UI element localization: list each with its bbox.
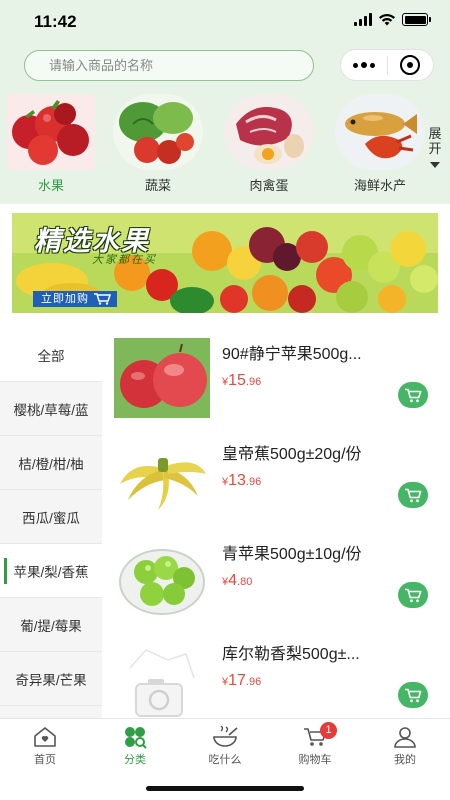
price-integer: 4 [228,572,238,589]
price-decimal: .96 [245,676,262,688]
cart-icon [405,688,422,702]
side-item-label: 西瓜/蜜瓜 [22,510,80,526]
side-item-label: 葡/提/莓果 [20,618,82,634]
banner-subtitle: 大家都在买 [92,254,157,266]
tab-home[interactable]: 首页 [0,719,90,770]
tab-label: 我的 [394,754,416,766]
red-apple-image [114,338,210,418]
side-item-label: 樱桃/草莓/蓝 [13,402,89,418]
search-box[interactable] [24,50,314,81]
category-fruit[interactable]: 水果 [1,94,101,194]
side-item-label: 桔/橙/柑/柚 [18,456,84,472]
category-label: 水果 [37,178,64,193]
more-options-button[interactable] [341,62,387,68]
product-item[interactable]: 青苹果500g±10g/份 ¥4.80 [102,528,450,628]
category-label: 蔬菜 [144,178,171,193]
mini-program-capsule [340,49,434,81]
price-integer: 17 [228,672,246,689]
expand-label: 展开 [428,126,442,156]
product-name: 皇帝蕉500g±20g/份 [222,446,362,463]
product-name: 库尔勒香梨500g±... [222,646,360,663]
cart-icon [405,388,422,402]
product-name: 青苹果500g±10g/份 [222,546,362,563]
price-decimal: .96 [245,376,262,388]
product-list: 90#静宁苹果500g... ¥15.96 皇帝蕉500g±20g/份 ¥13.… [102,328,450,718]
product-name: 90#静宁苹果500g... [222,346,362,363]
product-item[interactable]: 库尔勒香梨500g±... ¥17.96 [102,628,450,718]
side-item-cherry-strawberry[interactable]: 樱桃/草莓/蓝 [0,382,102,436]
user-icon [394,727,416,748]
cart-icon [405,588,422,602]
buy-now-button[interactable]: 立即加购 [33,291,117,307]
seafood-image [335,94,425,170]
cart-icon [94,293,111,305]
cart-badge: 1 [320,722,337,739]
add-to-cart-button[interactable] [398,382,428,408]
home-icon [34,727,56,747]
side-item-kiwi-mango[interactable]: 奇异果/芒果 [0,652,102,706]
tab-cart[interactable]: 1 购物车 [270,719,360,770]
price-integer: 15 [228,372,246,389]
category-vegetables[interactable]: 蔬菜 [108,94,208,194]
product-item[interactable]: 90#静宁苹果500g... ¥15.96 [102,328,450,428]
clover-icon [125,727,147,749]
category-label: 肉禽蛋 [249,178,289,193]
tab-category[interactable]: 分类 [90,719,180,770]
wifi-icon [379,13,395,26]
category-meat-eggs[interactable]: 肉禽蛋 [219,94,319,194]
close-miniprogram-button[interactable] [388,55,433,75]
banana-image [114,438,210,518]
product-price: ¥13.96 [222,472,261,490]
expand-categories-button[interactable]: 展开 [425,126,445,168]
green-apple-image [114,538,210,618]
caret-down-icon [430,162,440,168]
price-integer: 13 [228,472,246,489]
tab-label: 首页 [34,754,56,766]
top-area: 11:42 请输入商品的名称 水果 蔬菜 肉禽蛋 海鲜水产 展开 [0,0,450,204]
category-row: 水果 蔬菜 肉禽蛋 海鲜水产 展开 [0,94,450,198]
meat-egg-image [224,94,314,170]
battery-icon [402,13,431,26]
side-item-melon[interactable]: 西瓜/蜜瓜 [0,490,102,544]
cart-icon [405,488,422,502]
category-label: 海鲜水产 [353,178,406,193]
add-to-cart-button[interactable] [398,582,428,608]
vegetable-image [113,94,203,170]
promo-banner[interactable]: 精选水果 大家都在买 立即加购 [12,213,438,313]
side-item-all[interactable]: 全部 [0,328,102,382]
tab-label: 吃什么 [208,754,242,766]
home-indicator [146,786,304,791]
product-price: ¥4.80 [222,572,252,590]
tab-label: 购物车 [298,754,332,766]
add-to-cart-button[interactable] [398,482,428,508]
add-to-cart-button[interactable] [398,682,428,708]
tab-what-to-eat[interactable]: 吃什么 [180,719,270,770]
side-category-menu: 全部 樱桃/草莓/蓝 桔/橙/柑/柚 西瓜/蜜瓜 苹果/梨/香蕉 葡/提/莓果 … [0,328,102,718]
fruit-image [7,94,95,170]
side-item-grape-berry[interactable]: 葡/提/莓果 [0,598,102,652]
product-price: ¥17.96 [222,672,261,690]
side-item-label: 苹果/梨/香蕉 [13,564,89,580]
target-icon [400,55,421,75]
side-item-citrus[interactable]: 桔/橙/柑/柚 [0,436,102,490]
status-bar: 11:42 [0,0,450,44]
category-seafood[interactable]: 海鲜水产 [330,94,430,194]
product-price: ¥15.96 [222,372,261,390]
price-decimal: .96 [245,476,262,488]
status-time: 11:42 [34,12,77,31]
side-item-apple-pear-banana[interactable]: 苹果/梨/香蕉 [0,544,102,598]
price-decimal: .80 [237,576,253,588]
tab-label: 分类 [124,754,146,766]
search-input[interactable] [25,51,313,80]
cellular-signal-icon [354,13,372,26]
bowl-icon [213,726,238,747]
image-placeholder-icon [114,638,210,718]
product-item[interactable]: 皇帝蕉500g±20g/份 ¥13.96 [102,428,450,528]
status-icons [354,13,431,26]
side-item-label: 奇异果/芒果 [15,672,87,688]
bottom-tab-bar: 首页 分类 吃什么 1 购物车 我的 [0,718,450,770]
side-item-label: 全部 [37,348,65,364]
tab-profile[interactable]: 我的 [360,719,450,770]
buy-now-label: 立即加购 [41,293,89,305]
